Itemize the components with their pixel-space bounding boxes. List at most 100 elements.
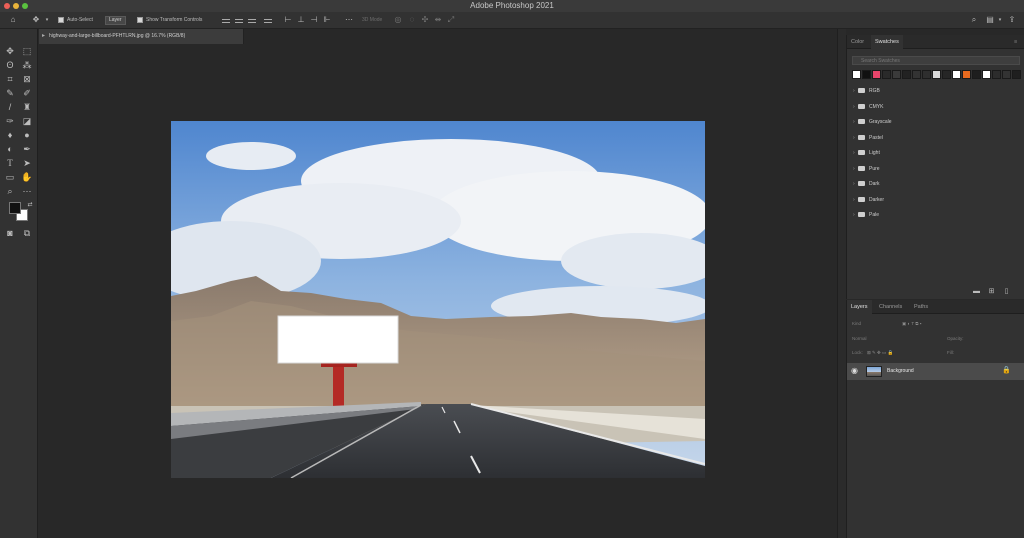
eye-icon[interactable]: ◉ — [851, 367, 858, 375]
align-vertical-center-icon[interactable] — [235, 19, 243, 23]
blur-tool-icon[interactable]: ● — [21, 129, 33, 141]
photoshop-window: Adobe Photoshop 2021 ⌂ ✥ ▾ Auto-Select L… — [0, 0, 1024, 538]
chevron-down-icon[interactable]: ▾ — [43, 16, 51, 24]
new-group-icon[interactable]: ▬ — [973, 288, 980, 295]
marquee-tool-icon[interactable]: ⬚ — [21, 45, 33, 57]
color-swatch[interactable] — [962, 70, 971, 79]
swatch-folder-cmyk[interactable]: › CMYK — [853, 103, 883, 112]
magic-wand-tool-icon[interactable]: ⁂ — [21, 59, 33, 71]
distribute-icon[interactable] — [264, 19, 272, 23]
more-tools-icon[interactable]: ⋯ — [21, 185, 33, 197]
swatch-folder-darker[interactable]: › Darker — [853, 196, 884, 205]
workspace-chevron-icon[interactable]: ▾ — [996, 16, 1004, 24]
align-bottom-icon[interactable] — [248, 19, 256, 23]
color-swatch[interactable] — [872, 70, 881, 79]
frame-tool-icon[interactable]: ⊠ — [21, 73, 33, 85]
quick-mask-icon[interactable]: ◙ — [4, 227, 16, 239]
stamp-tool-icon[interactable]: ♜ — [21, 101, 33, 113]
layer-filter-icons[interactable]: ▣ ◐ T ⧉ ▪ — [902, 320, 921, 328]
brush-tool-icon[interactable]: / — [4, 101, 16, 113]
more-options-icon[interactable]: ⋯ — [345, 16, 353, 24]
distribute-horizontal-icon[interactable]: ⊩ — [323, 16, 331, 24]
tab-layers[interactable]: Layers — [847, 300, 872, 314]
slide-3d-icon[interactable]: ⇹ — [434, 16, 442, 24]
color-swatch[interactable] — [862, 70, 871, 79]
path-selection-tool-icon[interactable]: ➤ — [21, 157, 33, 169]
swatch-folder-light[interactable]: › Light — [853, 149, 880, 158]
eyedropper-tool-icon[interactable]: ✎ — [4, 87, 16, 99]
share-icon[interactable]: ⇪ — [1008, 16, 1016, 24]
folder-label: Pastel — [869, 135, 883, 141]
color-swatch[interactable] — [952, 70, 961, 79]
workspace-icon[interactable]: ▤ — [986, 16, 994, 24]
show-transform-controls-checkbox[interactable] — [137, 17, 143, 23]
delete-swatch-icon[interactable]: ▯ — [1003, 288, 1010, 295]
type-tool-icon[interactable]: T — [4, 157, 16, 169]
lock-icons[interactable]: ⊠ ✎ ✥ ▭ 🔒 — [867, 349, 893, 357]
new-swatch-icon[interactable]: ⊞ — [988, 288, 995, 295]
scale-3d-icon[interactable]: ⤢ — [447, 16, 455, 24]
paint-bucket-tool-icon[interactable]: ♦ — [4, 129, 16, 141]
auto-select-checkbox[interactable] — [58, 17, 64, 23]
home-icon[interactable]: ⌂ — [9, 16, 17, 24]
rectangle-tool-icon[interactable]: ▭ — [4, 171, 16, 183]
lock-icon[interactable]: 🔒 — [1002, 367, 1011, 375]
roll-3d-icon[interactable]: ◌ — [408, 16, 416, 24]
color-swatch[interactable] — [852, 70, 861, 79]
orbit-3d-icon[interactable]: ◎ — [394, 16, 402, 24]
color-swatch[interactable] — [892, 70, 901, 79]
color-swatch[interactable] — [912, 70, 921, 79]
folder-label: Pure — [869, 166, 880, 172]
lasso-tool-icon[interactable]: ʘ — [4, 59, 16, 71]
swatch-folder-dark[interactable]: › Dark — [853, 180, 880, 189]
tab-paths[interactable]: Paths — [910, 300, 932, 314]
color-swatch[interactable] — [882, 70, 891, 79]
tab-swatches[interactable]: Swatches — [871, 35, 903, 49]
history-brush-tool-icon[interactable]: ✑ — [4, 115, 16, 127]
color-swatch[interactable] — [972, 70, 981, 79]
eraser-tool-icon[interactable]: ◪ — [21, 115, 33, 127]
tab-channels[interactable]: Channels — [875, 300, 906, 314]
align-top-icon[interactable] — [222, 19, 230, 23]
document-tab[interactable]: ▸ highway-and-large-billboard-PFHTLRN.jp… — [39, 29, 244, 44]
hand-tool-icon[interactable]: ✋ — [21, 171, 33, 183]
color-swatch[interactable] — [1012, 70, 1021, 79]
swatch-folder-pale[interactable]: › Pale — [853, 211, 879, 220]
swatches-search-input[interactable]: Search Swatches — [852, 56, 1020, 65]
align-horizontal-center-icon[interactable]: ⊥ — [297, 16, 305, 24]
auto-select-target-dropdown[interactable]: Layer — [105, 16, 126, 25]
folder-label: Pale — [869, 212, 880, 218]
move-tool-preset-icon[interactable]: ✥ — [32, 16, 40, 24]
align-left-icon[interactable]: ⊢ — [284, 16, 292, 24]
swatch-folder-grayscale[interactable]: › Grayscale — [853, 118, 892, 127]
search-icon[interactable]: ⌕ — [970, 16, 978, 24]
layers-panel-tabs: Layers Channels Paths — [847, 300, 1024, 314]
panel-menu-icon[interactable]: ≡ — [1010, 35, 1021, 49]
dodge-tool-icon[interactable]: ◐ — [4, 143, 16, 155]
close-document-icon[interactable]: ▸ — [42, 32, 45, 39]
color-swatch[interactable] — [1002, 70, 1011, 79]
ruler-tool-icon[interactable]: ✐ — [21, 87, 33, 99]
document-canvas[interactable] — [171, 121, 705, 478]
swatch-folder-pastel[interactable]: › Pastel — [853, 134, 883, 143]
blend-mode-dropdown[interactable]: Normal — [852, 335, 867, 343]
color-swatch[interactable] — [942, 70, 951, 79]
color-swatch[interactable] — [982, 70, 991, 79]
color-swatch[interactable] — [902, 70, 911, 79]
move-tool-icon[interactable]: ✥ — [4, 45, 16, 57]
pan-3d-icon[interactable]: ✣ — [421, 16, 429, 24]
layer-row[interactable]: ◉ Background 🔒 — [847, 363, 1024, 380]
swatch-folder-rgb[interactable]: › RGB — [853, 87, 880, 96]
swatch-folder-pure[interactable]: › Pure — [853, 165, 880, 174]
color-swatch[interactable] — [992, 70, 1001, 79]
zoom-tool-icon[interactable]: ⌕ — [4, 185, 16, 197]
pen-tool-icon[interactable]: ✒ — [21, 143, 33, 155]
layer-kind-filter[interactable]: Kind — [852, 320, 861, 328]
foreground-color-swatch[interactable] — [9, 202, 21, 214]
color-swatch[interactable] — [932, 70, 941, 79]
crop-tool-icon[interactable]: ⌗ — [4, 73, 16, 85]
color-swatch[interactable] — [922, 70, 931, 79]
screen-mode-icon[interactable]: ⧉ — [21, 227, 33, 239]
tab-color[interactable]: Color — [847, 35, 868, 49]
align-right-icon[interactable]: ⊣ — [310, 16, 318, 24]
